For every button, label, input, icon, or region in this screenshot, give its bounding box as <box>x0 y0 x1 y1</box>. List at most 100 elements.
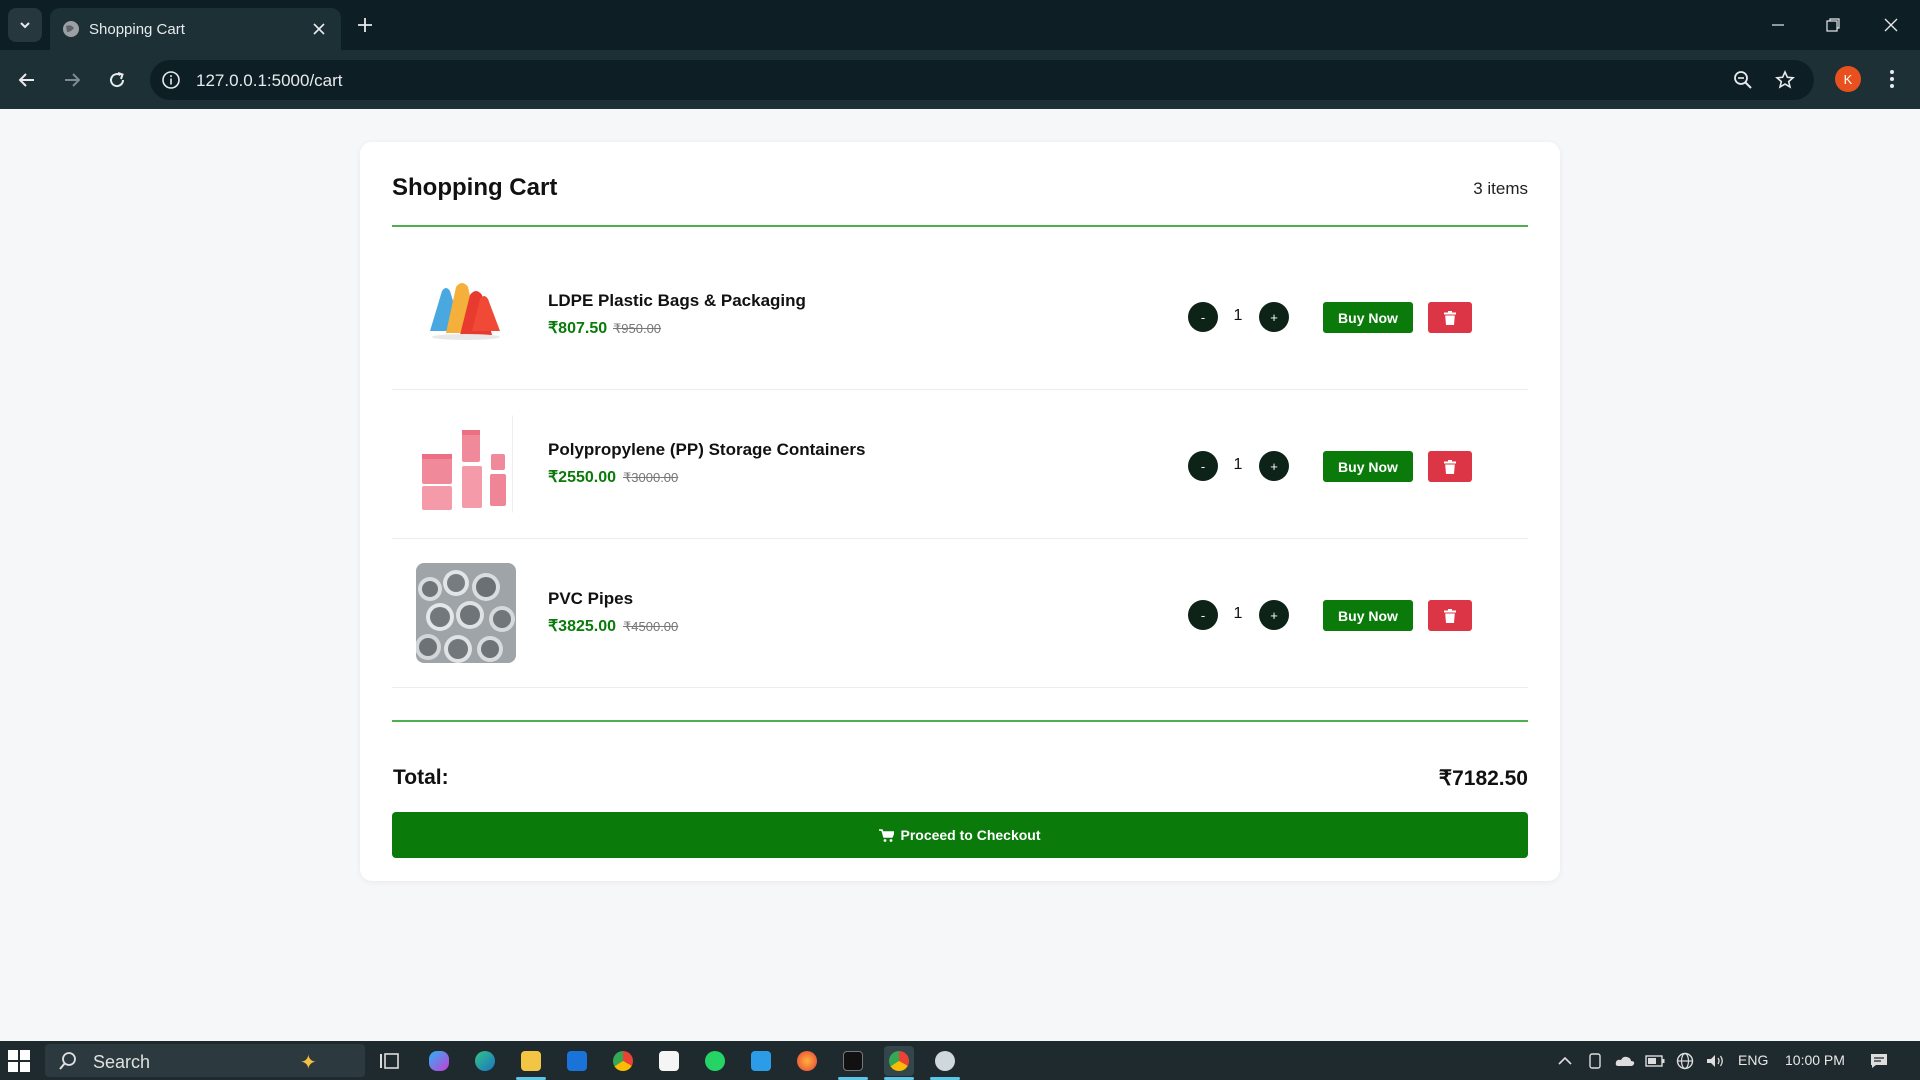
globe-icon <box>63 21 79 37</box>
battery-icon[interactable] <box>1644 1050 1666 1072</box>
new-tab-button[interactable] <box>352 12 378 38</box>
product-name[interactable]: PVC Pipes <box>548 589 633 609</box>
chevron-down-icon <box>20 22 30 29</box>
copilot-app-icon[interactable] <box>424 1046 454 1076</box>
close-icon <box>313 23 325 35</box>
remove-item-button[interactable] <box>1428 302 1472 333</box>
quantity-value: 1 <box>1233 456 1243 473</box>
copilot-sparkle-icon: ✦ <box>300 1052 317 1074</box>
page-viewport: Shopping Cart 3 items LDPE Plastic Bags … <box>0 109 1920 1041</box>
forward-button[interactable] <box>56 64 88 96</box>
url-text[interactable]: 127.0.0.1:5000/cart <box>196 71 343 91</box>
file-explorer-icon[interactable] <box>516 1046 546 1076</box>
zoom-button[interactable] <box>1732 69 1754 91</box>
task-view-icon[interactable] <box>374 1046 404 1076</box>
taskbar-search[interactable]: Search ✦ <box>45 1044 365 1077</box>
bookmark-button[interactable] <box>1774 69 1796 91</box>
edge-app-icon[interactable] <box>470 1046 500 1076</box>
tab-close-button[interactable] <box>309 19 329 39</box>
increase-quantity-button[interactable]: + <box>1259 302 1289 332</box>
buy-now-button[interactable]: Buy Now <box>1323 451 1413 482</box>
plastic-bags-image <box>416 265 516 365</box>
checkout-button[interactable]: Proceed to Checkout <box>392 812 1528 858</box>
whatsapp-app-icon[interactable] <box>700 1046 730 1076</box>
total-label: Total: <box>393 766 449 789</box>
buy-now-button[interactable]: Buy Now <box>1323 302 1413 333</box>
original-price: ₹950.00 <box>613 321 662 336</box>
decrease-quantity-button[interactable]: - <box>1188 451 1218 481</box>
info-icon[interactable] <box>161 70 181 90</box>
item-count: 3 items <box>1473 179 1528 198</box>
chrome-app-icon[interactable] <box>608 1046 638 1076</box>
network-globe-icon[interactable] <box>1674 1050 1696 1072</box>
reload-button[interactable] <box>101 64 133 96</box>
outlook-app-icon[interactable] <box>562 1046 592 1076</box>
cart-card: Shopping Cart 3 items LDPE Plastic Bags … <box>360 142 1560 881</box>
address-bar[interactable]: 127.0.0.1:5000/cart <box>150 60 1814 100</box>
browser-tab[interactable]: Shopping Cart <box>50 8 341 50</box>
firefox-app-icon[interactable] <box>792 1046 822 1076</box>
browser-menu-button[interactable] <box>1880 65 1904 93</box>
original-price: ₹4500.00 <box>623 619 679 634</box>
minimize-icon <box>1772 24 1784 26</box>
pvc-pipes-image <box>416 563 516 663</box>
arrow-right-icon <box>65 73 81 87</box>
summary-divider <box>392 720 1528 722</box>
search-icon <box>59 1052 76 1070</box>
cart-icon <box>879 828 895 842</box>
product-price: ₹2550.00 <box>548 469 617 486</box>
restore-icon <box>1826 18 1840 32</box>
back-button[interactable] <box>11 64 43 96</box>
store-app-icon[interactable] <box>654 1046 684 1076</box>
notifications-icon[interactable] <box>1868 1050 1890 1072</box>
plus-icon <box>358 18 372 32</box>
checkout-label: Proceed to Checkout <box>900 827 1041 843</box>
trash-icon <box>1444 608 1456 623</box>
storage-containers-image <box>416 414 516 514</box>
terminal-app-icon[interactable] <box>838 1046 868 1076</box>
buy-now-button[interactable]: Buy Now <box>1323 600 1413 631</box>
windows-start-icon[interactable] <box>8 1050 30 1072</box>
quantity-value: 1 <box>1233 307 1243 324</box>
cart-item: Polypropylene (PP) Storage Containers ₹2… <box>392 390 1528 539</box>
cart-item: LDPE Plastic Bags & Packaging ₹807.50 ₹9… <box>392 241 1528 390</box>
taskbar: Search ✦ ENG 10:00 PM <box>0 1041 1920 1080</box>
restore-button[interactable] <box>1818 10 1848 40</box>
minimize-button[interactable] <box>1763 10 1793 40</box>
header-divider <box>392 225 1528 227</box>
total-value: ₹7182.50 <box>1438 767 1528 790</box>
browser-tabbar: Shopping Cart <box>0 0 1920 50</box>
product-price: ₹807.50 <box>548 320 608 337</box>
reload-icon <box>110 72 125 88</box>
onedrive-icon[interactable] <box>1614 1050 1636 1072</box>
close-icon <box>1884 18 1898 32</box>
chevron-up-icon[interactable] <box>1554 1050 1576 1072</box>
volume-icon[interactable] <box>1704 1050 1726 1072</box>
language-indicator[interactable]: ENG <box>1738 1052 1768 1068</box>
increase-quantity-button[interactable]: + <box>1259 451 1289 481</box>
trash-icon <box>1444 310 1456 325</box>
arrow-left-icon <box>18 73 34 87</box>
search-placeholder: Search <box>93 1052 151 1072</box>
star-icon <box>1775 70 1795 89</box>
remove-item-button[interactable] <box>1428 600 1472 631</box>
vscode-app-icon[interactable] <box>746 1046 776 1076</box>
cart-item: PVC Pipes ₹3825.00 ₹4500.00 - 1 + Buy No… <box>392 539 1528 688</box>
profile-avatar[interactable]: K <box>1835 66 1861 92</box>
remove-item-button[interactable] <box>1428 451 1472 482</box>
product-name[interactable]: LDPE Plastic Bags & Packaging <box>548 291 806 311</box>
postman-app-icon[interactable] <box>930 1046 960 1076</box>
tab-search-button[interactable] <box>8 8 42 42</box>
quantity-value: 1 <box>1233 605 1243 622</box>
decrease-quantity-button[interactable]: - <box>1188 600 1218 630</box>
clock[interactable]: 10:00 PM <box>1785 1052 1845 1068</box>
window-close-button[interactable] <box>1876 10 1906 40</box>
browser-toolbar: 127.0.0.1:5000/cart K <box>0 50 1920 109</box>
chrome-active-app-icon[interactable] <box>884 1046 914 1076</box>
decrease-quantity-button[interactable]: - <box>1188 302 1218 332</box>
increase-quantity-button[interactable]: + <box>1259 600 1289 630</box>
more-vertical-icon <box>1890 70 1894 88</box>
meet-now-icon[interactable] <box>1584 1050 1606 1072</box>
zoom-out-icon <box>1734 71 1752 89</box>
product-name[interactable]: Polypropylene (PP) Storage Containers <box>548 440 865 460</box>
